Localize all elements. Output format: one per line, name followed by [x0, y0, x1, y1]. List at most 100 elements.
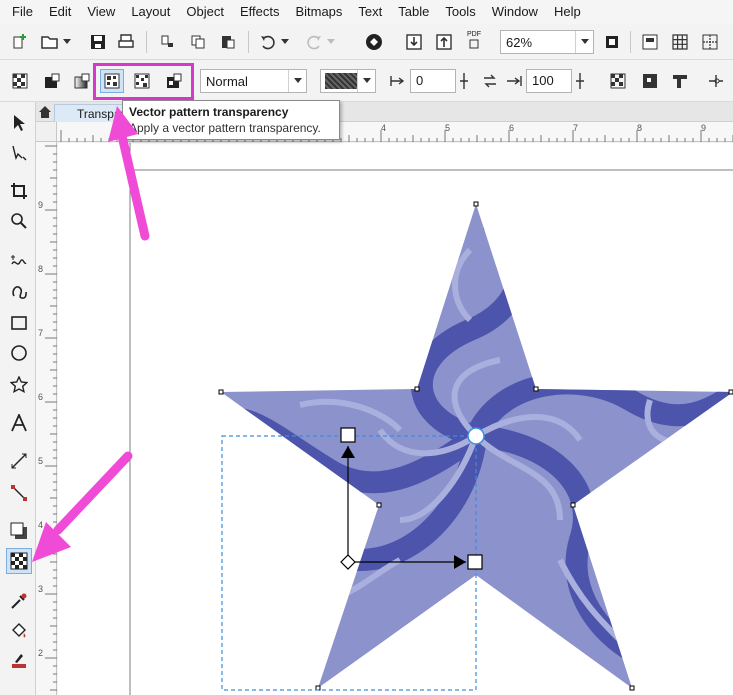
- fill-transparency-target-icon[interactable]: [606, 69, 630, 93]
- pattern-picker-combo[interactable]: [320, 69, 376, 93]
- transparency-tool-icon[interactable]: [6, 548, 32, 574]
- menu-bar: File Edit View Layout Object Effects Bit…: [0, 0, 733, 24]
- fountain-transparency-icon[interactable]: [70, 69, 94, 93]
- print-icon[interactable]: [114, 30, 138, 54]
- cut-icon[interactable]: [156, 30, 180, 54]
- menu-window[interactable]: Window: [484, 0, 546, 24]
- connector-tool-icon[interactable]: [6, 480, 32, 506]
- all-transparency-target-icon[interactable]: [668, 69, 692, 93]
- dimension-tool-icon[interactable]: [6, 448, 32, 474]
- merge-mode-combo[interactable]: Normal: [200, 69, 307, 93]
- polygon-tool-icon[interactable]: [6, 372, 32, 398]
- tooltip-description: Apply a vector pattern transparency.: [129, 121, 321, 135]
- freeze-transparency-icon[interactable]: [704, 69, 728, 93]
- crop-tool-icon[interactable]: [6, 178, 32, 204]
- ruler-label: 9: [38, 200, 44, 210]
- end-transparency-input[interactable]: 100: [526, 69, 572, 93]
- end-transparency-icon: [502, 69, 526, 93]
- drop-shadow-tool-icon[interactable]: [6, 518, 32, 544]
- outline-transparency-target-icon[interactable]: [638, 69, 662, 93]
- menu-view[interactable]: View: [79, 0, 123, 24]
- property-bar: Normal 0 100: [0, 60, 733, 102]
- tooltip: Vector pattern transparency Apply a vect…: [122, 100, 340, 140]
- corel-connect-icon[interactable]: [362, 30, 386, 54]
- menu-help[interactable]: Help: [546, 0, 589, 24]
- standard-toolbar: PDF 62%: [0, 24, 733, 60]
- pdf-label: PDF: [467, 31, 481, 38]
- chevron-down-icon[interactable]: [357, 70, 375, 92]
- toolbar-highlight-box: [93, 63, 194, 100]
- open-dropdown-icon[interactable]: [60, 30, 74, 54]
- show-grid-icon[interactable]: [668, 30, 692, 54]
- open-folder-icon[interactable]: [38, 30, 62, 54]
- full-screen-preview-icon[interactable]: [638, 30, 662, 54]
- pattern-swatch-icon: [325, 73, 357, 89]
- ruler-label: 4: [38, 520, 44, 530]
- chevron-down-icon[interactable]: [575, 31, 593, 53]
- ruler-label: 8: [637, 123, 643, 133]
- paste-icon[interactable]: [216, 30, 240, 54]
- undo-icon[interactable]: [256, 30, 280, 54]
- ruler-label: 6: [38, 392, 44, 402]
- save-icon[interactable]: [86, 30, 110, 54]
- swap-transparency-icon[interactable]: [478, 69, 502, 93]
- shape-tool-icon[interactable]: [6, 140, 32, 166]
- zoom-tool-icon[interactable]: [6, 208, 32, 234]
- home-icon[interactable]: [36, 102, 54, 122]
- menu-text[interactable]: Text: [350, 0, 390, 24]
- star-shape[interactable]: [200, 190, 733, 695]
- menu-layout[interactable]: Layout: [123, 0, 178, 24]
- rectangle-tool-icon[interactable]: [6, 310, 32, 336]
- export-pdf-icon[interactable]: PDF: [462, 28, 486, 52]
- zoom-level-value: 62%: [506, 34, 533, 50]
- merge-mode-value: Normal: [206, 73, 248, 89]
- ruler-corner[interactable]: [36, 122, 57, 142]
- show-guidelines-icon[interactable]: [698, 30, 722, 54]
- pattern-top-handle[interactable]: [340, 427, 356, 443]
- copy-icon[interactable]: [186, 30, 210, 54]
- menu-bitmaps[interactable]: Bitmaps: [287, 0, 350, 24]
- ruler-label: 7: [38, 328, 44, 338]
- menu-file[interactable]: File: [4, 0, 41, 24]
- pattern-right-handle[interactable]: [467, 554, 483, 570]
- start-transparency-slider-icon[interactable]: [456, 69, 472, 93]
- ruler-label: 5: [445, 123, 451, 133]
- artistic-media-tool-icon[interactable]: [6, 278, 32, 304]
- menu-table[interactable]: Table: [390, 0, 437, 24]
- freehand-tool-icon[interactable]: [6, 248, 32, 274]
- menu-effects[interactable]: Effects: [232, 0, 288, 24]
- redo-dropdown-icon[interactable]: [324, 30, 338, 54]
- eyedropper-tool-icon[interactable]: [6, 588, 32, 614]
- pattern-origin-handle[interactable]: [340, 554, 356, 570]
- interactive-fill-tool-icon[interactable]: [6, 618, 32, 644]
- uniform-transparency-icon[interactable]: [40, 69, 64, 93]
- ruler-label: 5: [38, 456, 44, 466]
- ellipse-tool-icon[interactable]: [6, 340, 32, 366]
- menu-tools[interactable]: Tools: [437, 0, 483, 24]
- vertical-ruler[interactable]: 9 8 7 6 5 4 3 2: [36, 142, 57, 695]
- ruler-label: 8: [38, 264, 44, 274]
- ruler-label: 6: [509, 123, 515, 133]
- no-transparency-icon[interactable]: [8, 69, 32, 93]
- ruler-label: 9: [701, 123, 707, 133]
- drawing-canvas[interactable]: [58, 143, 733, 695]
- menu-object[interactable]: Object: [178, 0, 232, 24]
- text-tool-icon[interactable]: [6, 410, 32, 436]
- new-document-icon[interactable]: [8, 30, 32, 54]
- start-transparency-input[interactable]: 0: [410, 69, 456, 93]
- smart-fill-tool-icon[interactable]: [6, 648, 32, 674]
- pattern-rotation-handle[interactable]: [467, 427, 485, 445]
- ruler-label: 3: [38, 584, 44, 594]
- chevron-down-icon[interactable]: [288, 70, 306, 92]
- menu-edit[interactable]: Edit: [41, 0, 79, 24]
- export-icon[interactable]: [432, 30, 456, 54]
- end-transparency-slider-icon[interactable]: [572, 69, 588, 93]
- toolbar-separator: [630, 31, 631, 53]
- import-icon[interactable]: [402, 30, 426, 54]
- undo-dropdown-icon[interactable]: [278, 30, 292, 54]
- redo-icon[interactable]: [302, 30, 326, 54]
- zoom-level-combo[interactable]: 62%: [500, 30, 594, 54]
- pick-tool-icon[interactable]: [6, 110, 32, 136]
- tooltip-title: Vector pattern transparency: [129, 105, 289, 119]
- zoom-to-page-icon[interactable]: [600, 30, 624, 54]
